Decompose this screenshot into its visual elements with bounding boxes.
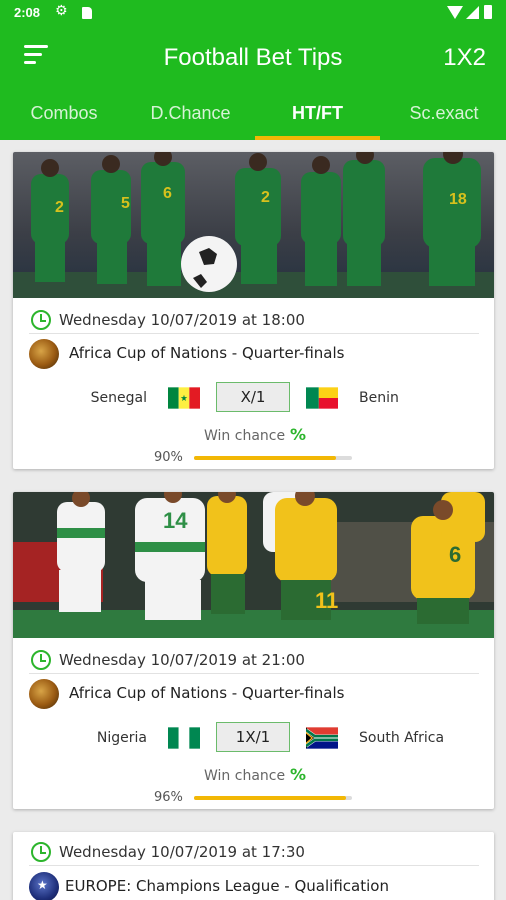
away-team: South Africa — [359, 730, 445, 746]
sd-card-icon — [82, 7, 92, 19]
win-chance-bar-fill — [194, 456, 337, 460]
1x2-button[interactable]: 1X2 — [443, 44, 486, 72]
svg-text:2: 2 — [261, 189, 270, 206]
home-team: Nigeria — [96, 730, 147, 746]
svg-text:2: 2 — [55, 199, 64, 216]
south-africa-flag-icon — [306, 727, 338, 749]
league-name: EUROPE: Champions League - Qualification — [65, 877, 389, 895]
settings-gear-icon: ⚙ — [55, 3, 68, 19]
svg-text:14: 14 — [163, 508, 188, 533]
status-bar: 2:08 ⚙ — [0, 0, 506, 26]
win-chance-bar — [194, 456, 352, 460]
tab-double-chance[interactable]: D.Chance — [128, 92, 253, 140]
nigeria-flag-icon — [168, 727, 200, 749]
league-row: EUROPE: Champions League - Qualification — [29, 872, 489, 900]
svg-text:6: 6 — [449, 542, 461, 567]
match-card[interactable]: 2 5 6 18 2 Wednesday 10/07/2019 at 18:00 Af… — [13, 152, 494, 469]
svg-text:6: 6 — [163, 185, 172, 202]
league-row: Africa Cup of Nations - Quarter-finals — [29, 679, 489, 711]
win-chance-label: Win chance — [204, 428, 286, 444]
league-logo-icon — [29, 679, 59, 709]
svg-text:11: 11 — [315, 588, 338, 613]
tab-htft[interactable]: HT/FT — [255, 92, 380, 140]
cell-signal-icon — [466, 6, 479, 19]
league-name: Africa Cup of Nations - Quarter-finals — [69, 344, 345, 362]
match-datetime: Wednesday 10/07/2019 at 18:00 — [59, 311, 305, 329]
tab-combos[interactable]: Combos — [14, 92, 114, 140]
tab-bar: Combos D.Chance HT/FT Sc.exact — [0, 92, 506, 140]
senegal-flag-icon — [168, 387, 200, 409]
win-percent: 96% — [154, 790, 183, 805]
win-chance-label: Win chance — [204, 768, 286, 784]
percent-icon: % — [290, 425, 307, 444]
divider — [29, 673, 479, 674]
percent-icon: % — [290, 765, 307, 784]
match-card[interactable]: Wednesday 10/07/2019 at 17:30 EUROPE: Ch… — [13, 832, 494, 900]
league-row: Africa Cup of Nations - Quarter-finals — [29, 339, 489, 371]
svg-text:5: 5 — [121, 195, 130, 212]
champions-league-logo-icon — [29, 872, 59, 900]
home-team: Senegal — [90, 390, 147, 406]
clock-icon — [31, 842, 51, 862]
clock-icon — [31, 650, 51, 670]
app-bar: 2:08 ⚙ Football Bet Tips 1X2 Combos D.Ch… — [0, 0, 506, 140]
match-photo: 14 6 11 — [13, 492, 494, 638]
benin-flag-icon — [306, 387, 338, 409]
tab-score-exact[interactable]: Sc.exact — [390, 92, 498, 140]
win-chance-bar — [194, 796, 352, 800]
active-tab-indicator — [255, 136, 380, 140]
divider — [29, 333, 479, 334]
clock-icon — [31, 310, 51, 330]
divider — [29, 865, 479, 866]
match-photo: 2 5 6 18 2 — [13, 152, 494, 298]
match-datetime: Wednesday 10/07/2019 at 17:30 — [59, 843, 305, 861]
match-card[interactable]: 14 6 11 Wednesday 10/07/2019 at 21:00 Af… — [13, 492, 494, 809]
wifi-icon — [447, 6, 463, 19]
win-chance-bar-fill — [194, 796, 346, 800]
tip-box[interactable]: 1X/1 — [216, 722, 290, 752]
league-logo-icon — [29, 339, 59, 369]
win-percent: 90% — [154, 450, 183, 465]
tip-box[interactable]: X/1 — [216, 382, 290, 412]
league-name: Africa Cup of Nations - Quarter-finals — [69, 684, 345, 702]
away-team: Benin — [359, 390, 399, 406]
svg-text:18: 18 — [449, 191, 467, 208]
battery-icon — [484, 5, 492, 19]
match-datetime: Wednesday 10/07/2019 at 21:00 — [59, 651, 305, 669]
status-time: 2:08 — [14, 5, 41, 20]
app-title: Football Bet Tips — [163, 44, 343, 71]
